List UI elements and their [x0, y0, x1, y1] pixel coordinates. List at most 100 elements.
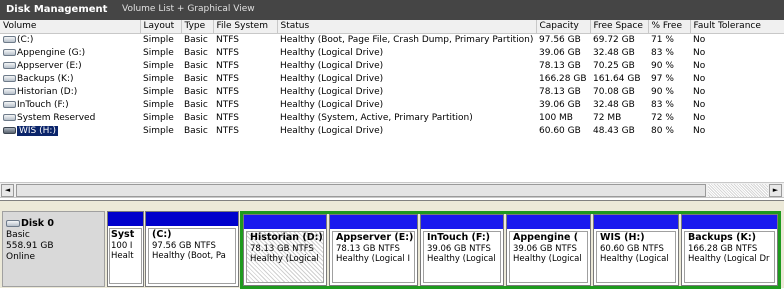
scroll-left-icon[interactable]: ◄: [1, 184, 14, 197]
volume-name: System Reserved: [17, 112, 96, 123]
column-header-free-space[interactable]: Free Space: [590, 20, 649, 34]
partition-size: 39.06 GB NTFS: [513, 243, 577, 254]
table-row-selected[interactable]: WIS (H:) Simple Basic NTFS Healthy (Logi…: [0, 124, 784, 137]
disk-kind: Basic: [6, 230, 30, 240]
fault-tolerance-cell: No: [693, 86, 706, 97]
partition-body: WIS (H:) 60.60 GB NTFS Healthy (Logical: [596, 231, 676, 283]
partition-wis-h[interactable]: WIS (H:) 60.60 GB NTFS Healthy (Logical: [593, 214, 679, 286]
disk-name: Disk 0: [21, 218, 55, 229]
volume-cell: (C:): [0, 33, 140, 46]
column-header-fault-tolerance[interactable]: Fault Tolerance: [690, 20, 784, 34]
drive-icon: [3, 61, 16, 69]
fault-tolerance-cell: No: [693, 60, 706, 71]
fault-tolerance-cell: No: [693, 47, 706, 58]
partition-name: Appengine (: [513, 232, 579, 243]
scroll-track[interactable]: [708, 184, 768, 197]
volume-cell: InTouch (F:): [0, 98, 140, 111]
partition-c[interactable]: (C:) 97.56 GB NTFS Healthy (Boot, Pa: [145, 211, 239, 287]
partition-name: Syst: [111, 229, 135, 240]
table-row[interactable]: System Reserved Simple Basic NTFS Health…: [0, 111, 784, 124]
status-cell: Healthy (Logical Drive): [280, 125, 384, 136]
view-mode-label: Volume List + Graphical View: [122, 4, 255, 14]
file-system-cell: NTFS: [216, 112, 239, 123]
file-system-cell: NTFS: [216, 125, 239, 136]
partition-status: Healthy (Logical I: [336, 254, 410, 264]
layout-cell: Simple: [143, 34, 174, 45]
column-header-layout[interactable]: Layout: [140, 20, 182, 34]
partition-backups-k[interactable]: Backups (K:) 166.28 GB NTFS Healthy (Log…: [681, 214, 778, 286]
partition-appengine-g[interactable]: Appengine ( 39.06 GB NTFS Healthy (Logic…: [506, 214, 591, 286]
column-header-file-system[interactable]: File System: [213, 20, 278, 34]
free-space-cell: 48.43 GB: [593, 125, 635, 136]
volume-cell: Backups (K:): [0, 72, 140, 85]
disk-0-info[interactable]: Disk 0 Basic 558.91 GB Online: [2, 211, 105, 287]
scroll-right-icon[interactable]: ►: [769, 184, 782, 197]
layout-cell: Simple: [143, 86, 174, 97]
type-cell: Basic: [184, 86, 208, 97]
logical-drive-bar: [594, 215, 678, 229]
file-system-cell: NTFS: [216, 86, 239, 97]
partition-status: Healt: [111, 251, 134, 261]
partition-status: Healthy (Logical: [600, 254, 669, 264]
fault-tolerance-cell: No: [693, 99, 706, 110]
drive-icon: [3, 74, 16, 82]
percent-free-cell: 71 %: [651, 34, 674, 45]
column-header-type[interactable]: Type: [181, 20, 214, 34]
logical-drive-bar: [330, 215, 417, 229]
scroll-thumb[interactable]: [16, 184, 706, 197]
layout-cell: Simple: [143, 60, 174, 71]
horizontal-scrollbar[interactable]: ◄ ►: [0, 182, 784, 198]
capacity-cell: 166.28 GB: [539, 73, 587, 84]
file-system-cell: NTFS: [216, 99, 239, 110]
table-row[interactable]: Appengine (G:) Simple Basic NTFS Healthy…: [0, 46, 784, 59]
type-cell: Basic: [184, 99, 208, 110]
volume-cell: System Reserved: [0, 111, 140, 124]
table-row[interactable]: Appserver (E:) Simple Basic NTFS Healthy…: [0, 59, 784, 72]
partition-status: Healthy (Logical: [513, 254, 582, 264]
partition-name: (C:): [152, 229, 172, 240]
drive-icon: [3, 126, 16, 134]
partition-status: Healthy (Boot, Pa: [152, 251, 226, 261]
partition-name: InTouch (F:): [427, 232, 490, 243]
capacity-cell: 78.13 GB: [539, 60, 581, 71]
layout-cell: Simple: [143, 99, 174, 110]
percent-free-cell: 90 %: [651, 86, 674, 97]
table-row[interactable]: InTouch (F:) Simple Basic NTFS Healthy (…: [0, 98, 784, 111]
primary-partition-bar: [108, 212, 143, 226]
fault-tolerance-cell: No: [693, 112, 706, 123]
partition-body: Appengine ( 39.06 GB NTFS Healthy (Logic…: [509, 231, 588, 283]
table-row[interactable]: Historian (D:) Simple Basic NTFS Healthy…: [0, 85, 784, 98]
partition-size: 100 I: [111, 240, 133, 251]
graphical-view-pane: Disk 0 Basic 558.91 GB Online Syst 100 I…: [0, 200, 784, 289]
volume-table: Volume Layout Type File System Status Ca…: [0, 20, 784, 137]
column-header-volume[interactable]: Volume: [0, 20, 141, 34]
column-header-status[interactable]: Status: [277, 20, 537, 34]
type-cell: Basic: [184, 112, 208, 123]
drive-icon: [3, 48, 16, 56]
capacity-cell: 78.13 GB: [539, 86, 581, 97]
partition-historian-d[interactable]: Historian (D:) 78.13 GB NTFS Healthy (Lo…: [243, 214, 327, 286]
capacity-cell: 100 MB: [539, 112, 573, 123]
capacity-cell: 39.06 GB: [539, 47, 581, 58]
partition-size: 97.56 GB NTFS: [152, 240, 216, 251]
status-cell: Healthy (Logical Drive): [280, 73, 384, 84]
volume-cell: Appserver (E:): [0, 59, 140, 72]
fault-tolerance-cell: No: [693, 73, 706, 84]
type-cell: Basic: [184, 125, 208, 136]
partition-status: Healthy (Logical: [427, 254, 496, 264]
volume-name: InTouch (F:): [17, 99, 69, 110]
percent-free-cell: 90 %: [651, 60, 674, 71]
partition-system-reserved[interactable]: Syst 100 I Healt: [107, 211, 144, 287]
volume-name: Backups (K:): [17, 73, 74, 84]
column-header-capacity[interactable]: Capacity: [536, 20, 591, 34]
table-row[interactable]: (C:) Simple Basic NTFS Healthy (Boot, Pa…: [0, 33, 784, 46]
logical-drive-bar: [244, 215, 326, 229]
drive-icon: [3, 113, 16, 121]
partition-appserver-e[interactable]: Appserver (E:) 78.13 GB NTFS Healthy (Lo…: [329, 214, 418, 286]
table-row[interactable]: Backups (K:) Simple Basic NTFS Healthy (…: [0, 72, 784, 85]
column-header-percent-free[interactable]: % Free: [648, 20, 691, 34]
volume-cell: Appengine (G:): [0, 46, 140, 59]
partition-intouch-f[interactable]: InTouch (F:) 39.06 GB NTFS Healthy (Logi…: [420, 214, 504, 286]
file-system-cell: NTFS: [216, 34, 239, 45]
logical-drive-bar: [507, 215, 590, 229]
